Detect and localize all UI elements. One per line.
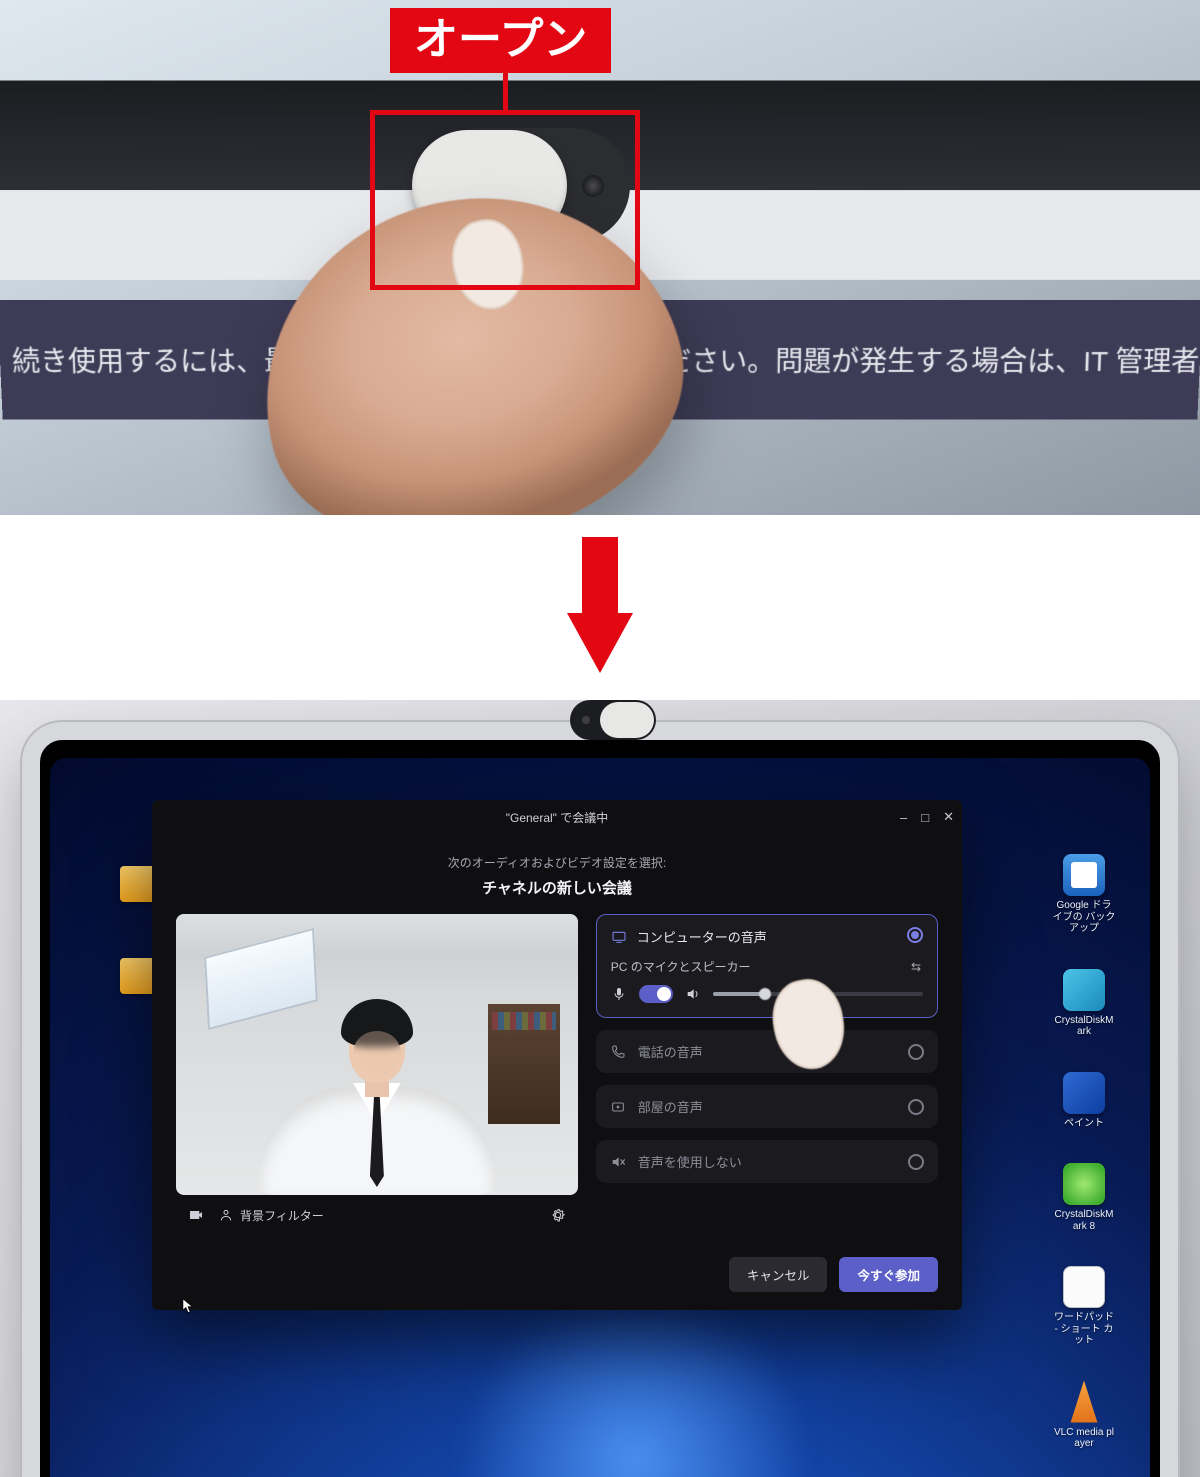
paint-icon xyxy=(1063,1072,1105,1114)
desktop-icon-gdrive[interactable]: Google ドライブの バックアップ xyxy=(1052,854,1116,935)
volume-slider[interactable] xyxy=(713,992,923,996)
device-settings-button[interactable] xyxy=(550,1207,566,1223)
speaker-icon xyxy=(685,986,701,1002)
audio-option-none[interactable]: 音声を使用しない xyxy=(596,1140,938,1183)
radio-unselected-icon xyxy=(908,1154,924,1170)
annotation-pointer-line xyxy=(503,70,508,114)
webcam-lens xyxy=(582,716,590,724)
window-controls: – □ ✕ xyxy=(900,800,954,834)
mic-speaker-label: PC のマイクとスピーカー xyxy=(611,958,751,975)
audio-option-label: コンピューターの音声 xyxy=(637,927,767,946)
preview-toolbar: 背景フィルター xyxy=(176,1195,578,1235)
teams-prejoin-window: "General" で会議中 – □ ✕ 次のオーディオおよびビデオ設定を選択:… xyxy=(152,800,962,1310)
camera-icon xyxy=(188,1207,204,1223)
photo-laptop-teams: Google ドライブの バックアップ CrystalDiskMark ペイント… xyxy=(0,700,1200,1477)
camera-preview xyxy=(176,914,578,1195)
cancel-button[interactable]: キャンセル xyxy=(729,1257,828,1292)
wordpad-icon xyxy=(1063,1266,1105,1308)
prejoin-footer: キャンセル 今すぐ参加 xyxy=(152,1249,962,1310)
mic-toggle[interactable] xyxy=(639,985,673,1003)
desktop-icon-label: VLC media player xyxy=(1052,1427,1116,1450)
desktop-icon-label: Google ドライブの バックアップ xyxy=(1052,900,1116,935)
gear-icon xyxy=(550,1207,566,1223)
desktop-right-icons: Google ドライブの バックアップ CrystalDiskMark ペイント… xyxy=(1052,854,1116,1477)
join-now-button[interactable]: 今すぐ参加 xyxy=(839,1257,938,1292)
audio-option-computer[interactable]: コンピューターの音声 PC のマイクとスピーカー ⇆ xyxy=(596,914,938,1018)
down-arrow-icon xyxy=(567,537,633,679)
webcam-cover-slider xyxy=(600,702,654,738)
benchmark-icon xyxy=(1063,1163,1105,1205)
document-icon xyxy=(1063,854,1105,896)
background-effects-icon xyxy=(218,1207,234,1223)
disk-icon xyxy=(1063,969,1105,1011)
mute-icon xyxy=(610,1154,626,1170)
radio-selected-icon xyxy=(907,927,923,943)
window-minimize-button[interactable]: – xyxy=(900,810,907,825)
computer-icon xyxy=(611,929,627,945)
desktop-icon-label: ワードパッド - ショート カット xyxy=(1052,1312,1116,1347)
audio-option-label: 部屋の音声 xyxy=(638,1097,703,1116)
laptop-screen: Google ドライブの バックアップ CrystalDiskMark ペイント… xyxy=(50,758,1150,1477)
video-preview-column: 背景フィルター xyxy=(176,914,578,1235)
radio-unselected-icon xyxy=(908,1044,924,1060)
window-maximize-button[interactable]: □ xyxy=(921,810,929,825)
room-icon xyxy=(610,1099,626,1115)
desktop-icon-vlc[interactable]: VLC media player xyxy=(1052,1381,1116,1450)
laptop-frame: Google ドライブの バックアップ CrystalDiskMark ペイント… xyxy=(22,722,1178,1477)
background-filter-label: 背景フィルター xyxy=(240,1207,324,1224)
audio-option-label: 電話の音声 xyxy=(638,1042,703,1061)
phone-icon xyxy=(610,1044,626,1060)
audio-options-column: コンピューターの音声 PC のマイクとスピーカー ⇆ xyxy=(596,914,938,1235)
photo-webcam-cover-open: 続き使用するには、最新の てください。問題が発生する場合は、IT 管理者にお問い… xyxy=(0,0,1200,515)
desktop-icon-crystaldiskmark[interactable]: CrystalDiskMark xyxy=(1052,969,1116,1038)
audio-option-phone[interactable]: 電話の音声 xyxy=(596,1030,938,1073)
audio-option-room[interactable]: 部屋の音声 xyxy=(596,1085,938,1128)
banner-text-right: てください。問題が発生する場合は、IT 管理者にお問い xyxy=(608,340,1200,380)
annotation-box xyxy=(370,110,640,290)
prejoin-title: チャネルの新しい会議 xyxy=(152,877,962,898)
prejoin-subtitle: 次のオーディオおよびビデオ設定を選択: xyxy=(152,854,962,871)
radio-unselected-icon xyxy=(908,1099,924,1115)
vlc-icon xyxy=(1063,1381,1105,1423)
background-filter-button[interactable]: 背景フィルター xyxy=(218,1207,324,1224)
annotation-open-label: オープン xyxy=(390,8,611,73)
camera-toggle-button[interactable] xyxy=(188,1207,204,1223)
window-close-button[interactable]: ✕ xyxy=(943,809,954,825)
audio-option-label: 音声を使用しない xyxy=(638,1152,742,1171)
person-in-camera xyxy=(257,1005,497,1195)
mouse-cursor-icon xyxy=(180,1298,196,1314)
mic-icon xyxy=(611,986,627,1002)
desktop-icon-paint[interactable]: ペイント xyxy=(1052,1072,1116,1130)
window-title: "General" で会議中 xyxy=(506,809,609,826)
desktop-icon-wordpad[interactable]: ワードパッド - ショート カット xyxy=(1052,1266,1116,1347)
laptop-webcam-cover-closed xyxy=(570,700,656,740)
window-titlebar[interactable]: "General" で会議中 – □ ✕ xyxy=(152,800,962,834)
mic-speaker-row[interactable]: PC のマイクとスピーカー ⇆ xyxy=(611,958,923,975)
desktop-icon-crystaldiskmark8[interactable]: CrystalDiskMark 8 xyxy=(1052,1163,1116,1232)
prejoin-header: 次のオーディオおよびビデオ設定を選択: チャネルの新しい会議 xyxy=(152,834,962,914)
desktop-icon-label: ペイント xyxy=(1052,1118,1116,1130)
settings-caret-icon[interactable]: ⇆ xyxy=(911,960,923,974)
desktop-icon-label: CrystalDiskMark 8 xyxy=(1052,1209,1116,1232)
desktop-icon-label: CrystalDiskMark xyxy=(1052,1015,1116,1038)
